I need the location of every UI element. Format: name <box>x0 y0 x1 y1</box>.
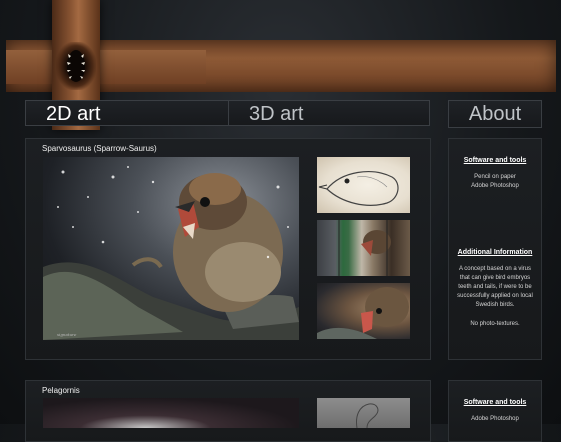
process-strip <box>338 220 391 276</box>
tool-item: Adobe Photoshop <box>471 183 519 189</box>
project-info-panel: Software and tools Adobe Photoshop <box>448 380 542 442</box>
project-info-panel: Software and tools Pencil on paper Adobe… <box>448 138 542 360</box>
pencil-sketch <box>318 171 399 206</box>
banner-jaw-emblem <box>56 42 96 90</box>
tab-about[interactable]: About <box>448 100 542 128</box>
sketch-thumbnail[interactable] <box>317 157 410 213</box>
project-title: Sparvosaurus (Sparrow-Saurus) <box>42 144 157 153</box>
sparrow-closeup <box>317 287 409 339</box>
artist-signature: signature <box>57 332 77 337</box>
sparrow-artwork <box>43 166 299 340</box>
additional-info-heading: Additional Information <box>457 249 533 256</box>
sparvosaurus-main-image[interactable]: signature <box>43 157 299 340</box>
banner-cross-horizontal <box>6 50 206 84</box>
process-thumbnail[interactable] <box>317 220 410 276</box>
tool-item: Adobe Photoshop <box>471 416 519 422</box>
tools-heading: Software and tools <box>463 157 527 164</box>
info-note: No photo-textures. <box>470 321 520 327</box>
tab-3d-art[interactable]: 3D art <box>228 100 430 126</box>
jaw-icon <box>67 50 85 82</box>
tab-2d-art[interactable]: 2D art <box>25 100 229 126</box>
additional-info-text: A concept based on a virus that can give… <box>457 266 533 308</box>
detail-thumbnail[interactable] <box>317 283 410 339</box>
tool-item: Pencil on paper <box>474 174 516 180</box>
project-title: Pelagornis <box>42 386 80 395</box>
tools-heading: Software and tools <box>463 399 527 406</box>
